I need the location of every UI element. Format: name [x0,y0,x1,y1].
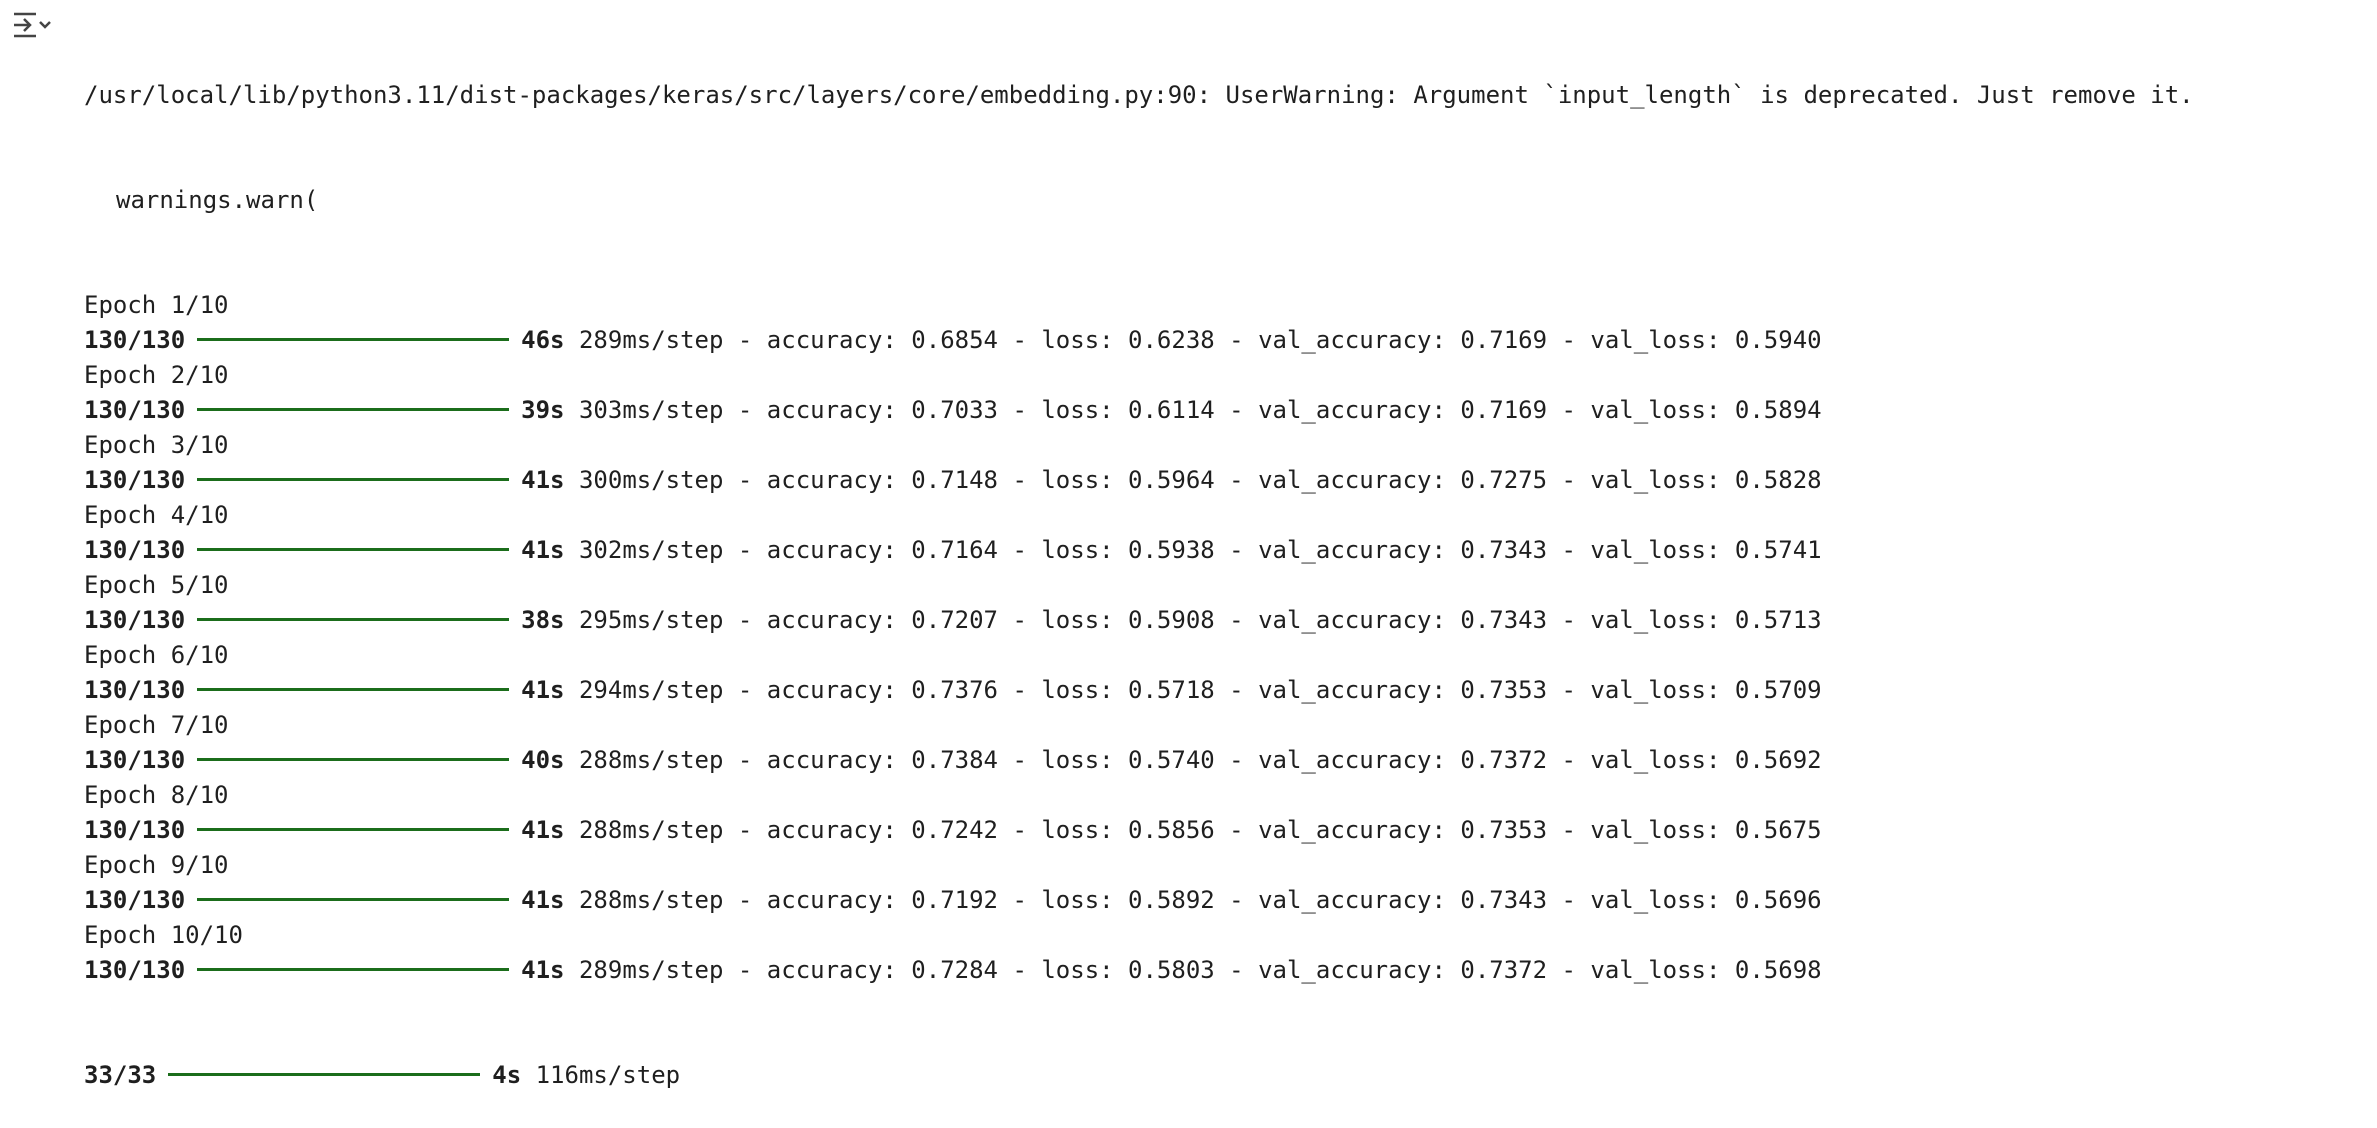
epoch-time: 41s [521,466,565,494]
epoch-time: 40s [521,746,565,774]
epoch-progress-line: 130/130 41s 300ms/step - accuracy: 0.7148… [84,463,2364,498]
epoch-metrics: 288ms/step - accuracy: 0.7242 - loss: 0.… [564,816,1822,844]
epoch-metrics: 300ms/step - accuracy: 0.7148 - loss: 0.… [564,466,1822,494]
epoch-label: Epoch 10/10 [84,921,243,949]
epoch-progress-line: 130/130 40s 288ms/step - accuracy: 0.7384… [84,743,2364,778]
epoch-metrics: 289ms/step - accuracy: 0.6854 - loss: 0.… [564,326,1822,354]
epoch-steps: 130/130 [84,606,186,634]
epoch-metrics: 295ms/step - accuracy: 0.7207 - loss: 0.… [564,606,1822,634]
epoch-progress-line: 130/130 41s 294ms/step - accuracy: 0.7376… [84,673,2364,708]
epoch-progress-bar [197,407,510,411]
epoch-steps: 130/130 [84,326,186,354]
epoch-label: Epoch 4/10 [84,501,229,529]
epoch-progress-bar [197,827,510,831]
epoch-progress-bar [197,757,510,761]
epoch-steps: 130/130 [84,956,186,984]
epoch-metrics: 288ms/step - accuracy: 0.7192 - loss: 0.… [564,886,1822,914]
evaluate-line: 33/33 4s 116ms/step [84,1058,2364,1093]
warning-call-line: warnings.warn( [116,186,319,214]
epoch-progress-bar [197,687,510,691]
epoch-progress-line: 130/130 39s 303ms/step - accuracy: 0.7033… [84,393,2364,428]
epoch-progress-bar [197,617,510,621]
epoch-steps: 130/130 [84,396,186,424]
output-collapse-icon[interactable] [10,6,56,46]
evaluate-time: 4s [492,1061,522,1089]
epoch-progress-bar [197,967,510,971]
epoch-steps: 130/130 [84,676,186,704]
cell-output: /usr/local/lib/python3.11/dist-packages/… [84,8,2364,1128]
epoch-time: 41s [521,676,565,704]
epoch-time: 41s [521,886,565,914]
epoch-time: 46s [521,326,565,354]
epoch-label: Epoch 3/10 [84,431,229,459]
epoch-steps: 130/130 [84,466,186,494]
epoch-progress-line: 130/130 46s 289ms/step - accuracy: 0.6854… [84,323,2364,358]
epoch-metrics: 294ms/step - accuracy: 0.7376 - loss: 0.… [564,676,1822,704]
epoch-progress-bar [197,897,510,901]
epoch-label: Epoch 1/10 [84,291,229,319]
epoch-label: Epoch 8/10 [84,781,229,809]
epoch-label: Epoch 9/10 [84,851,229,879]
epoch-time: 41s [521,816,565,844]
epoch-progress-line: 130/130 38s 295ms/step - accuracy: 0.7207… [84,603,2364,638]
epoch-steps: 130/130 [84,886,186,914]
epoch-time: 38s [521,606,565,634]
epoch-progress-bar [197,477,510,481]
evaluate-progress-bar [168,1072,481,1076]
epoch-steps: 130/130 [84,816,186,844]
epoch-progress-bar [197,337,510,341]
epoch-label: Epoch 7/10 [84,711,229,739]
epoch-steps: 130/130 [84,536,186,564]
evaluate-metrics: 116ms/step [521,1061,681,1089]
epoch-steps: 130/130 [84,746,186,774]
training-log: Epoch 1/10 130/130 46s 289ms/step - accura… [84,288,2364,988]
epoch-label: Epoch 6/10 [84,641,229,669]
epoch-label: Epoch 2/10 [84,361,229,389]
epoch-time: 41s [521,536,565,564]
epoch-metrics: 288ms/step - accuracy: 0.7384 - loss: 0.… [564,746,1822,774]
epoch-progress-line: 130/130 41s 288ms/step - accuracy: 0.7192… [84,883,2364,918]
epoch-time: 39s [521,396,565,424]
epoch-progress-line: 130/130 41s 288ms/step - accuracy: 0.7242… [84,813,2364,848]
epoch-progress-bar [197,547,510,551]
epoch-progress-line: 130/130 41s 289ms/step - accuracy: 0.7284… [84,953,2364,988]
evaluate-steps: 33/33 [84,1061,157,1089]
warning-line: /usr/local/lib/python3.11/dist-packages/… [84,81,2194,109]
epoch-metrics: 303ms/step - accuracy: 0.7033 - loss: 0.… [564,396,1822,424]
epoch-progress-line: 130/130 41s 302ms/step - accuracy: 0.7164… [84,533,2364,568]
epoch-time: 41s [521,956,565,984]
epoch-label: Epoch 5/10 [84,571,229,599]
epoch-metrics: 289ms/step - accuracy: 0.7284 - loss: 0.… [564,956,1822,984]
epoch-metrics: 302ms/step - accuracy: 0.7164 - loss: 0.… [564,536,1822,564]
